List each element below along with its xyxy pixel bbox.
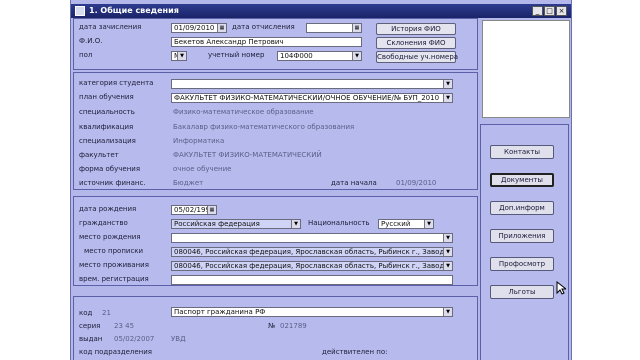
contacts-button[interactable]: Контакты <box>490 145 554 159</box>
doc-type-field[interactable]: Паспорт гражданина РФ ▼ <box>171 307 453 317</box>
account-number-label: учетный номер <box>208 51 265 59</box>
citizenship-label: гражданство <box>79 219 128 227</box>
temp-registration-label: врем. регистрация <box>79 275 149 283</box>
side-button-panel: Контакты Документы Доп.информ Приложения… <box>480 124 569 360</box>
plan-value: ФАКУЛЬТЕТ ФИЗИКО-МАТЕМАТИЧЕСКИЙ/ОЧНОЕ ОБ… <box>174 94 440 102</box>
calendar-icon[interactable]: ▦ <box>352 24 361 32</box>
qualification-label: квалификация <box>79 123 134 131</box>
specialty-value: Физико-математическое образование <box>173 108 314 116</box>
window-title: 1. Общие сведения <box>89 6 179 15</box>
nationality-value: Русский <box>381 220 411 228</box>
dropdown-icon[interactable]: ▼ <box>177 52 186 60</box>
registration-label: место прописки <box>84 247 144 255</box>
category-label: категория студента <box>79 79 154 87</box>
close-icon[interactable]: × <box>556 6 567 16</box>
citizenship-field[interactable]: Российская федерация ▼ <box>171 219 301 229</box>
fio-history-button[interactable]: История ФИО <box>376 23 456 35</box>
student-card-window: 1. Общие сведения _ □ × дата зачисления … <box>70 0 572 360</box>
dropdown-icon[interactable]: ▼ <box>352 52 361 60</box>
fio-label: Ф.И.О. <box>79 37 103 45</box>
citizenship-value: Российская федерация <box>174 220 260 228</box>
enroll-date-label: дата зачисления <box>79 23 142 31</box>
dropdown-icon[interactable]: ▼ <box>291 220 300 228</box>
maximize-icon[interactable]: □ <box>544 6 555 16</box>
birthdate-field[interactable]: 05/02/1993 ▦ <box>171 205 217 215</box>
appendix-button[interactable]: Приложения <box>490 229 554 243</box>
enroll-date-field[interactable]: 01/09/2010 ▦ <box>171 23 227 33</box>
photo-frame[interactable] <box>482 20 570 118</box>
study-form-value: очное обучение <box>173 165 232 173</box>
enroll-date-value: 01/09/2010 <box>174 24 215 32</box>
expel-date-label: дата отчисления <box>232 23 295 31</box>
documents-button[interactable]: Документы <box>490 173 554 187</box>
calendar-icon[interactable]: ▦ <box>217 24 226 32</box>
document-panel: код 21 Паспорт гражданина РФ ▼ серия 23 4… <box>73 296 478 360</box>
account-number-field[interactable]: 104Ф000 ▼ <box>277 51 362 61</box>
temp-registration-field[interactable] <box>171 275 453 285</box>
doc-code-label: код <box>79 309 93 317</box>
specialty-label: специальность <box>79 108 135 116</box>
dropdown-icon[interactable]: ▼ <box>443 262 452 270</box>
issued-date-value: 05/02/2007 <box>114 335 155 343</box>
benefits-button[interactable]: Льготы <box>490 285 554 299</box>
doc-number-value: 021789 <box>280 322 307 330</box>
sex-field[interactable]: М▼ <box>171 51 187 61</box>
residence-field[interactable]: 080046, Российская федерация, Ярославска… <box>171 261 453 271</box>
registration-value: 080046, Российская федерация, Ярославска… <box>174 248 453 256</box>
sex-label: пол <box>79 51 93 59</box>
dropdown-icon[interactable]: ▼ <box>443 94 452 102</box>
calendar-icon[interactable]: ▦ <box>207 206 216 214</box>
faculty-value: ФАКУЛЬТЕТ ФИЗИКО-МАТЕМАТИЧЕСКИЙ <box>173 151 322 159</box>
dropdown-icon[interactable]: ▼ <box>443 80 452 88</box>
fio-value: Бекетов Александр Петрович <box>174 38 284 46</box>
category-field[interactable]: ▼ <box>171 79 453 89</box>
qualification-value: Бакалавр физико-математического образова… <box>173 123 355 131</box>
finance-label: источник финанс. <box>79 179 146 187</box>
issued-label: выдан <box>79 335 103 343</box>
dropdown-icon[interactable]: ▼ <box>424 220 433 228</box>
personal-panel: дата рождения 05/02/1993 ▦ гражданство Ро… <box>73 196 478 286</box>
dropdown-icon[interactable]: ▼ <box>443 234 452 242</box>
birthdate-label: дата рождения <box>79 205 137 213</box>
dropdown-icon[interactable]: ▼ <box>443 248 452 256</box>
plan-field[interactable]: ФАКУЛЬТЕТ ФИЗИКО-МАТЕМАТИЧЕСКИЙ/ОЧНОЕ ОБ… <box>171 93 453 103</box>
specialization-value: Информатика <box>173 137 225 145</box>
faculty-label: факультет <box>79 151 119 159</box>
series-label: серия <box>79 322 101 330</box>
doc-code-value: 21 <box>102 309 111 317</box>
valid-until-label: действителен по: <box>322 348 388 356</box>
nationality-label: Национальность <box>308 219 370 227</box>
plan-label: план обучения <box>79 93 134 101</box>
specialization-label: специализация <box>79 137 136 145</box>
division-code-label: код подразделения <box>79 348 152 356</box>
series-value: 23 45 <box>114 322 135 330</box>
start-date-value: 01/09/2010 <box>396 179 437 187</box>
issued-by-value: УВД <box>171 335 186 343</box>
expel-date-field[interactable]: ▦ <box>306 23 362 33</box>
window-titlebar: 1. Общие сведения _ □ × <box>71 4 571 18</box>
residence-value: 080046, Российская федерация, Ярославска… <box>174 262 453 270</box>
dropdown-icon[interactable]: ▼ <box>443 308 452 316</box>
fio-declension-button[interactable]: Склонения ФИО <box>376 37 456 49</box>
birthplace-label: место рождения <box>79 233 141 241</box>
medical-exam-button[interactable]: Профосмотр <box>490 257 554 271</box>
mouse-pointer-icon <box>556 281 566 295</box>
extra-info-button[interactable]: Доп.информ <box>490 201 554 215</box>
minimize-icon[interactable]: _ <box>532 6 543 16</box>
birthplace-field[interactable]: ▼ <box>171 233 453 243</box>
study-form-label: форма обучения <box>79 165 141 173</box>
doc-type-value: Паспорт гражданина РФ <box>174 308 266 316</box>
fio-field[interactable]: Бекетов Александр Петрович <box>171 37 362 47</box>
start-date-label: дата начала <box>331 179 377 187</box>
registration-field[interactable]: 080046, Российская федерация, Ярославска… <box>171 247 453 257</box>
top-panel: дата зачисления 01/09/2010 ▦ дата отчисле… <box>73 18 478 70</box>
finance-value: Бюджет <box>173 179 204 187</box>
window-app-icon <box>75 6 85 16</box>
study-panel: категория студента ▼ план обучения ФАКУЛ… <box>73 72 478 190</box>
residence-label: место проживания <box>79 261 149 269</box>
free-numbers-button[interactable]: Свободные уч.номера <box>376 51 458 63</box>
nationality-field[interactable]: Русский ▼ <box>378 219 434 229</box>
account-number-value: 104Ф000 <box>280 52 313 60</box>
doc-number-label: № <box>268 322 276 330</box>
